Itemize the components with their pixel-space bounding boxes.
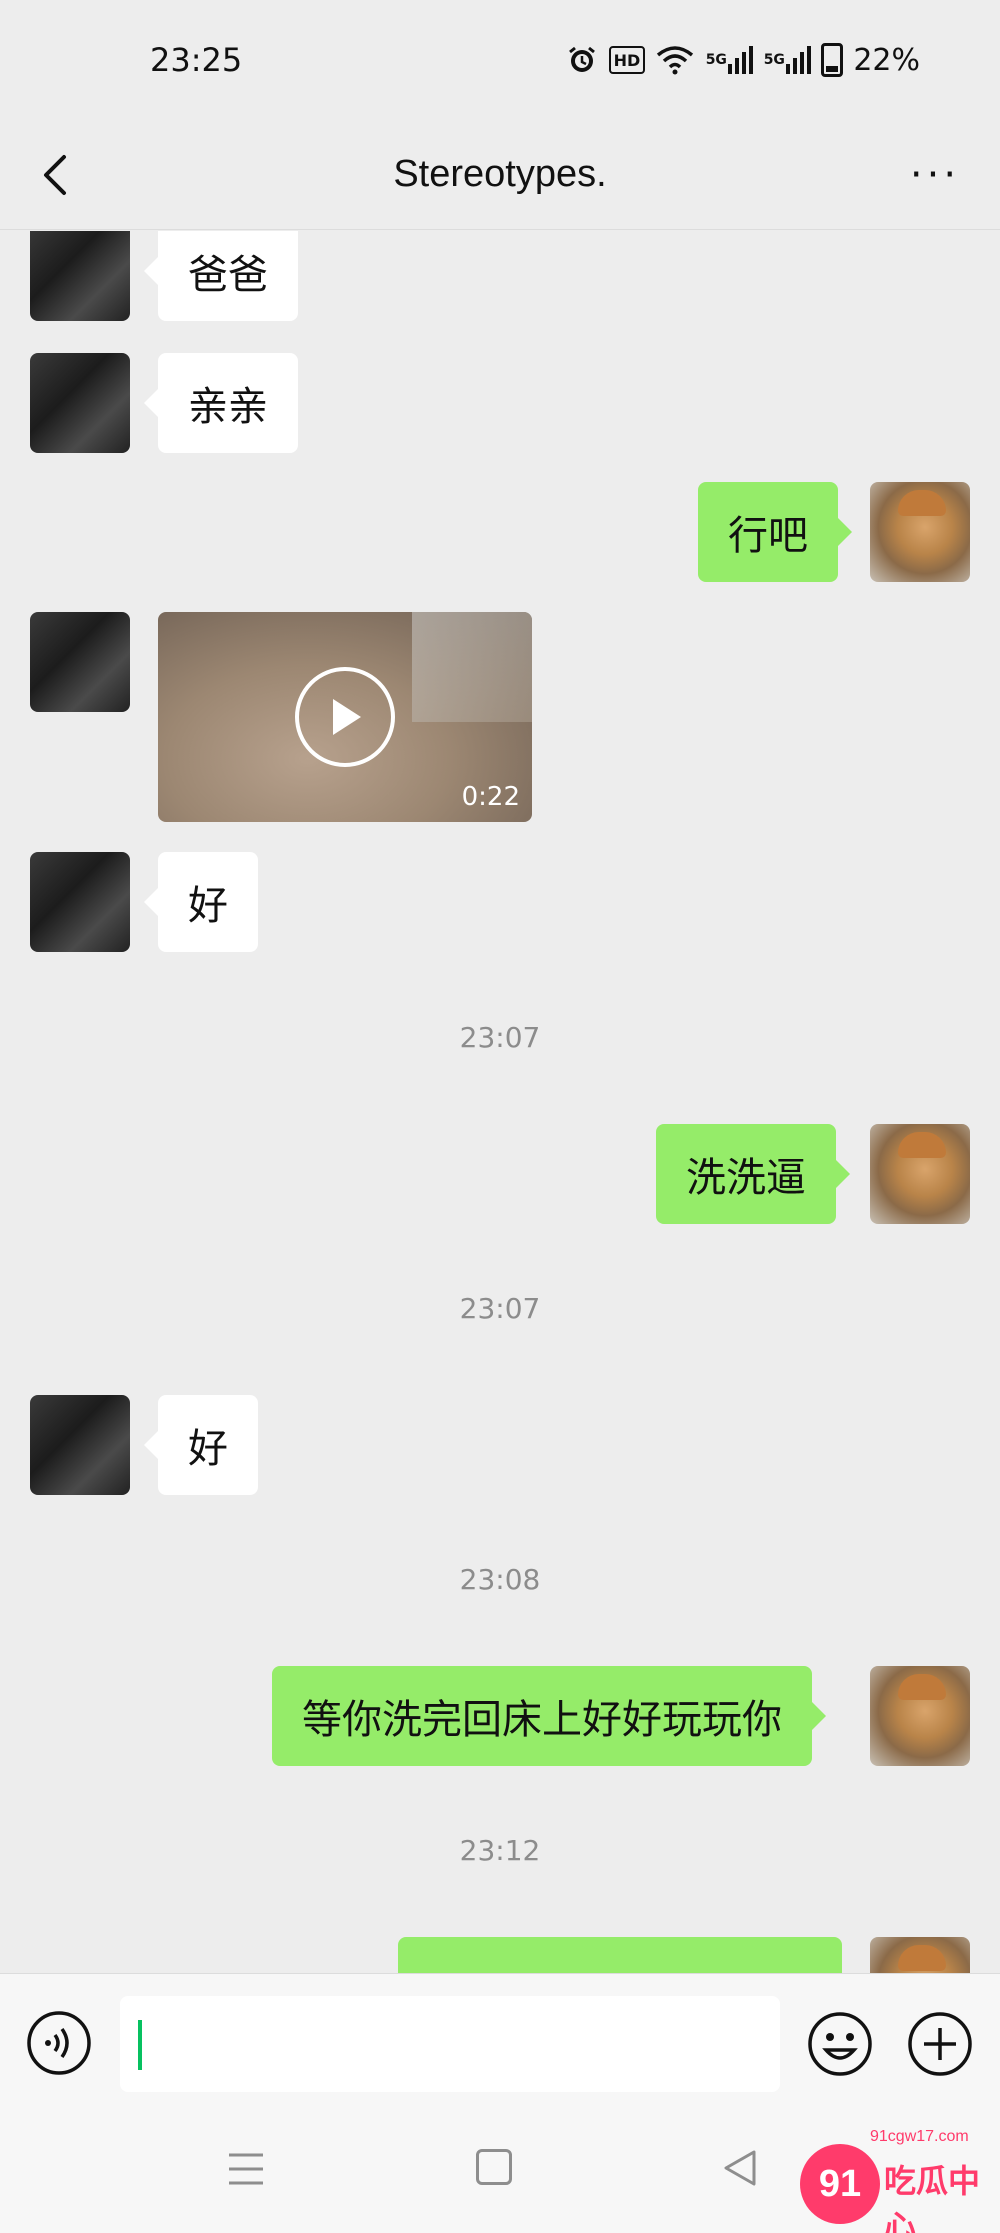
cellular-signal-icon: 5G bbox=[763, 42, 811, 78]
message-bubble[interactable]: 洗洗逼 bbox=[656, 1124, 850, 1224]
network-type-label: 5G bbox=[705, 52, 727, 68]
chat-header: Stereotypes. ··· bbox=[0, 120, 1000, 230]
contact-avatar[interactable] bbox=[30, 612, 130, 712]
watermark-logo: 91 bbox=[800, 2144, 880, 2224]
message-bubble[interactable]: 亲亲 bbox=[144, 353, 298, 453]
battery-percent: 22% bbox=[853, 42, 920, 78]
network-type-label: 5G bbox=[763, 52, 785, 68]
message-timestamp: 23:12 bbox=[459, 1834, 541, 1867]
chat-title: Stereotypes. bbox=[393, 153, 607, 195]
contact-avatar[interactable] bbox=[30, 1395, 130, 1495]
back-icon bbox=[44, 155, 66, 195]
message-bubble[interactable]: 好 bbox=[144, 852, 258, 952]
play-button[interactable] bbox=[295, 667, 395, 767]
contact-avatar[interactable] bbox=[30, 852, 130, 952]
home-key-icon[interactable] bbox=[476, 2149, 512, 2185]
more-icon: ··· bbox=[909, 152, 961, 198]
contact-avatar[interactable] bbox=[30, 353, 130, 453]
system-back-key[interactable] bbox=[720, 2149, 760, 2187]
battery-icon bbox=[821, 43, 844, 77]
contact-avatar[interactable] bbox=[30, 231, 130, 321]
text-cursor bbox=[138, 2020, 142, 2070]
message-timestamp: 23:07 bbox=[459, 1021, 541, 1054]
watermark-url: 91cgw17.com bbox=[870, 2128, 969, 2145]
self-avatar[interactable] bbox=[870, 1937, 970, 1973]
video-duration: 0:22 bbox=[461, 782, 520, 812]
hd-voice-icon: HD bbox=[608, 46, 646, 74]
cellular-signal-icon: 5G bbox=[705, 42, 753, 78]
wifi-icon bbox=[655, 42, 695, 78]
back-key-icon bbox=[724, 2150, 756, 2186]
input-bar bbox=[0, 1973, 1000, 2103]
self-avatar[interactable] bbox=[870, 482, 970, 582]
emoji-button[interactable] bbox=[806, 2010, 874, 2078]
message-bubble[interactable]: 等你洗完回床上好好玩玩你 bbox=[272, 1666, 826, 1766]
menu-key-icon bbox=[229, 2153, 263, 2185]
status-time: 23:25 bbox=[150, 41, 243, 79]
recent-apps-key[interactable] bbox=[226, 2151, 266, 2187]
voice-input-button[interactable] bbox=[26, 2010, 92, 2076]
message-timestamp: 23:08 bbox=[459, 1563, 541, 1596]
self-avatar[interactable] bbox=[870, 1666, 970, 1766]
message-timestamp: 23:07 bbox=[459, 1292, 541, 1325]
video-message[interactable]: 0:22 bbox=[158, 612, 532, 822]
self-avatar[interactable] bbox=[870, 1124, 970, 1224]
message-bubble[interactable]: 好 bbox=[144, 1395, 258, 1495]
plus-icon bbox=[908, 2012, 972, 2076]
more-button[interactable]: ··· bbox=[900, 148, 970, 202]
alarm-icon bbox=[565, 42, 599, 78]
message-bubble[interactable] bbox=[398, 1937, 842, 1973]
more-functions-button[interactable] bbox=[906, 2010, 974, 2078]
watermark: 91 91cgw17.com 吃瓜中心 bbox=[800, 2126, 995, 2233]
status-icons: HD 5G 5G 22% bbox=[565, 42, 920, 78]
message-bubble[interactable]: 爸爸 bbox=[144, 231, 298, 321]
play-icon bbox=[333, 699, 361, 735]
message-list[interactable]: 爸爸 亲亲 行吧 0:22 好 23:07 洗洗逼 23:07 好 23:08 … bbox=[0, 231, 1000, 1973]
message-input[interactable] bbox=[120, 1996, 780, 2092]
voice-icon bbox=[27, 2011, 91, 2075]
status-bar: 23:25 HD 5G 5G 22% bbox=[0, 0, 1000, 120]
back-button[interactable] bbox=[30, 148, 80, 202]
message-bubble[interactable]: 行吧 bbox=[698, 482, 852, 582]
emoji-icon bbox=[808, 2012, 872, 2076]
watermark-name: 吃瓜中心 bbox=[884, 2162, 981, 2233]
